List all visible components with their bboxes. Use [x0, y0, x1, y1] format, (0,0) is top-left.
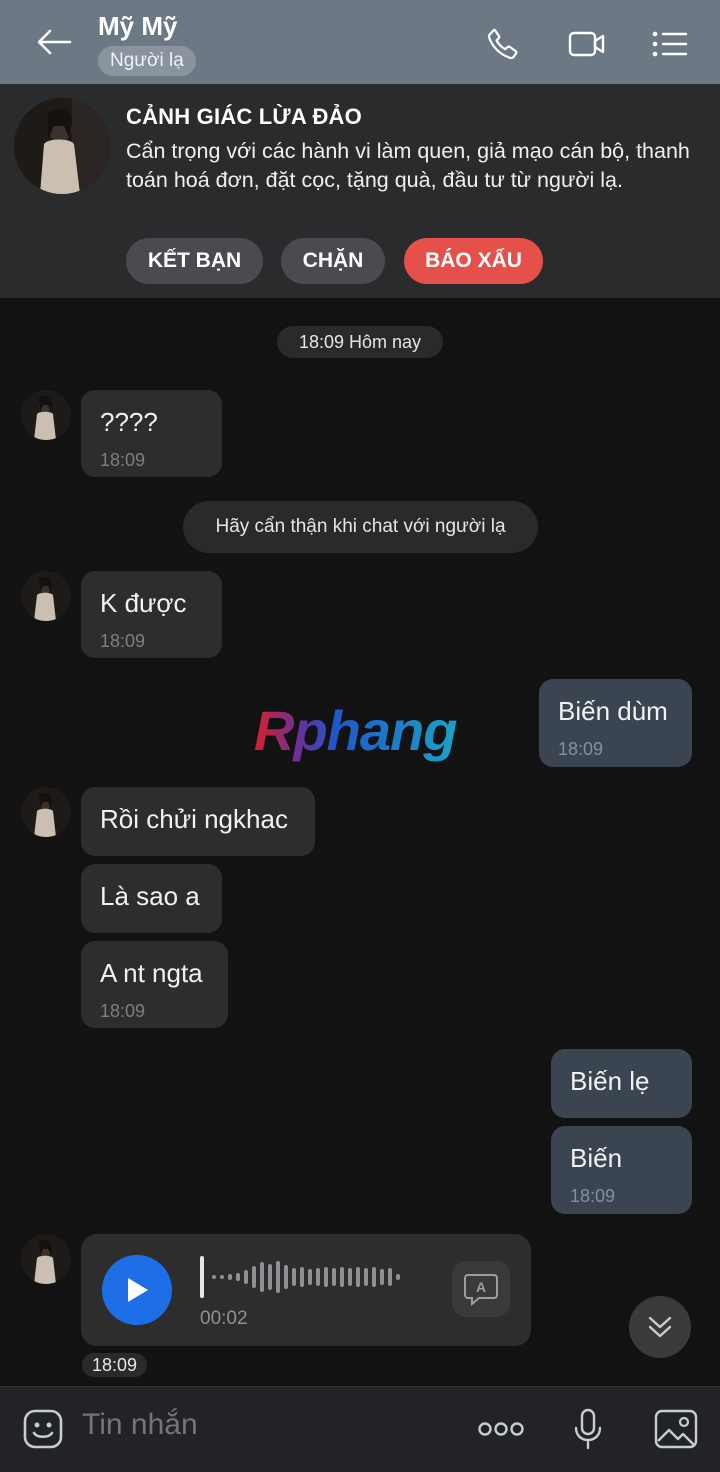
stranger-notice: Hãy cẩn thận khi chat với người lạ	[183, 501, 538, 553]
message-text: K được	[100, 588, 187, 618]
message-time: 18:09	[100, 631, 146, 651]
audio-waveform[interactable]	[200, 1254, 430, 1300]
image-gallery-icon[interactable]	[653, 1406, 699, 1452]
message-text: Biến	[570, 1143, 623, 1173]
message-bubble[interactable]: Là sao a	[81, 864, 222, 933]
warning-title: CẢNH GIÁC LỪA ĐẢO	[126, 104, 362, 129]
emoji-sticker-icon[interactable]	[20, 1406, 66, 1452]
message-time: 18:09	[558, 739, 604, 759]
warning-text: Cẩn trọng với các hành vi làm quen, giả …	[126, 139, 690, 192]
avatar[interactable]	[21, 390, 71, 440]
video-icon[interactable]	[565, 22, 609, 66]
svg-text:A: A	[476, 1279, 486, 1295]
message-text: Là sao a	[100, 881, 200, 911]
block-button[interactable]: CHẶN	[281, 238, 385, 284]
stranger-badge: Người lạ	[98, 46, 196, 76]
message-bubble[interactable]: K được 18:09	[81, 571, 222, 658]
message-time: 18:09	[570, 1186, 616, 1206]
avatar[interactable]	[21, 787, 71, 837]
report-button[interactable]: BÁO XẤU	[404, 238, 543, 284]
message-text: A nt ngta	[100, 958, 203, 988]
message-input[interactable]	[82, 1408, 442, 1442]
scroll-down-icon[interactable]	[629, 1296, 691, 1358]
voice-duration: 00:02	[200, 1308, 248, 1329]
microphone-icon[interactable]	[565, 1406, 611, 1452]
avatar[interactable]	[21, 1234, 71, 1284]
phone-icon[interactable]	[481, 22, 525, 66]
my-message-bubble[interactable]: Biến dùm 18:09	[539, 679, 692, 767]
watermark-logo: Rphang	[252, 699, 472, 780]
svg-text:Rphang: Rphang	[254, 700, 457, 762]
message-bubble[interactable]: A nt ngta 18:09	[81, 941, 228, 1028]
play-icon[interactable]	[102, 1255, 172, 1325]
my-message-bubble[interactable]: Biến lẹ	[551, 1049, 692, 1118]
message-text: Biến lẹ	[570, 1066, 650, 1096]
more-options-icon[interactable]	[476, 1406, 526, 1452]
message-time: 18:09	[100, 1001, 146, 1021]
avatar[interactable]	[21, 571, 71, 621]
back-arrow-icon[interactable]	[28, 18, 80, 66]
add-friend-button[interactable]: KẾT BẠN	[126, 238, 263, 284]
message-text: ????	[100, 407, 158, 437]
message-text: Rồi chửi ngkhac	[100, 804, 288, 834]
my-message-bubble[interactable]: Biến 18:09	[551, 1126, 692, 1214]
voice-time: 18:09	[82, 1353, 148, 1377]
contact-name[interactable]: Mỹ Mỹ	[98, 11, 177, 42]
transcribe-icon[interactable]: A	[452, 1261, 510, 1317]
message-time: 18:09	[100, 450, 146, 470]
date-chip: 18:09 Hôm nay	[277, 326, 443, 358]
message-bubble[interactable]: ???? 18:09	[81, 390, 222, 477]
message-bubble[interactable]: Rồi chửi ngkhac	[81, 787, 315, 856]
contact-avatar[interactable]	[14, 98, 110, 194]
menu-list-icon[interactable]	[648, 22, 692, 66]
message-text: Biến dùm	[558, 696, 668, 726]
